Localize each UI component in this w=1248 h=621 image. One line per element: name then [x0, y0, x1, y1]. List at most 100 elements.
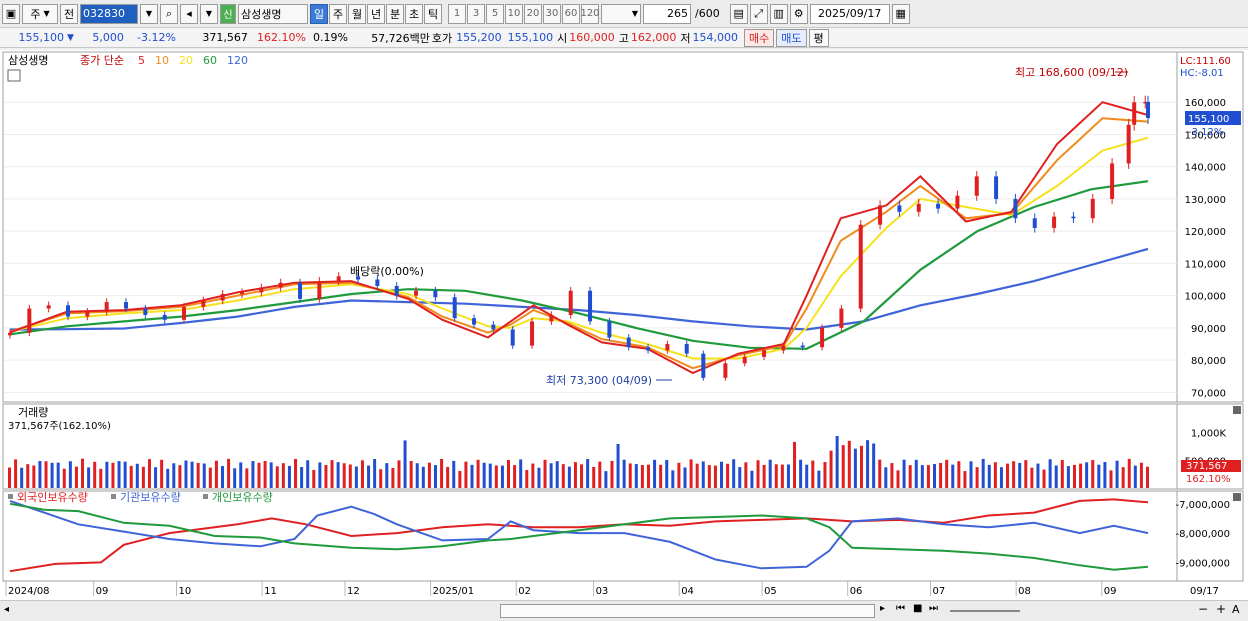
legend-ma-120: 120 — [227, 54, 248, 67]
market-select[interactable]: 주 ▼ — [22, 3, 58, 24]
volume-bar — [184, 460, 188, 488]
volume-bar — [926, 465, 930, 488]
x-tick-label: 2025/01 — [433, 586, 475, 597]
holdings-legend-1: 기관보유수량 — [120, 491, 181, 504]
save-icon[interactable]: ▥ — [769, 3, 788, 24]
zoom-slider[interactable] — [950, 610, 1020, 612]
interval-tab[interactable]: 5 — [486, 3, 504, 24]
price-panel-title: 삼성생명 — [8, 54, 48, 67]
interval-tab[interactable]: 10 — [505, 3, 523, 24]
candle-body — [414, 290, 419, 296]
date-input[interactable]: 2025/09/17 — [809, 3, 890, 24]
volume-bar — [920, 465, 924, 488]
volume-bar — [111, 462, 115, 488]
sell-button[interactable]: 매도 — [776, 28, 807, 47]
prev-button[interactable]: 전 — [60, 3, 78, 24]
volume-bar — [659, 464, 663, 488]
volume-bar — [537, 467, 541, 488]
eval-button[interactable]: 평 — [808, 28, 829, 47]
period-tab[interactable]: 년 — [367, 3, 385, 24]
speaker-icon[interactable]: ◂ — [180, 3, 198, 24]
draw-tool-icon[interactable]: ⤢ — [749, 3, 768, 24]
volume-bar — [482, 462, 486, 488]
candle-body — [974, 176, 979, 196]
zoom-in-icon[interactable]: + — [1216, 602, 1226, 616]
stock-code-input[interactable]: 032830 — [80, 3, 138, 24]
interval-tab[interactable]: 120 — [580, 3, 600, 24]
volume-bar — [872, 443, 876, 488]
volume-bar — [172, 463, 176, 488]
price-value: 155,100 — [18, 31, 65, 44]
volume-bar — [701, 461, 705, 488]
volume-bar — [677, 462, 681, 488]
search-icon[interactable]: ⌕ — [160, 3, 178, 24]
candle-body — [646, 347, 651, 351]
interval-tab[interactable]: 30 — [543, 3, 561, 24]
legend-bullet — [111, 494, 116, 499]
sell-label: 매도 — [781, 31, 802, 45]
buy-button[interactable]: 매수 — [744, 28, 775, 47]
volume-bar — [500, 465, 504, 488]
period-tab[interactable]: 틱 — [424, 3, 442, 24]
scroll-right-icon[interactable]: ▸ — [880, 603, 885, 614]
volume-bar — [263, 460, 267, 488]
volume-bar — [452, 460, 456, 488]
candle-body — [1110, 163, 1115, 199]
volume-bar — [1127, 458, 1131, 488]
count-input[interactable]: 265 — [643, 3, 691, 24]
period-tab[interactable]: 주 — [329, 3, 347, 24]
volume-bar — [573, 462, 577, 488]
volume-bar — [689, 459, 693, 488]
volume-bar — [823, 462, 827, 488]
window-icon[interactable]: ▣ — [2, 3, 20, 24]
stop-icon[interactable]: ■ — [913, 603, 922, 614]
interval-tab[interactable]: 20 — [524, 3, 542, 24]
volume-last-value: 371,567 — [1186, 461, 1227, 472]
period-tab[interactable]: 일 — [310, 3, 328, 24]
volume-subtitle: 371,567주(162.10%) — [8, 421, 111, 432]
chevron-down-icon[interactable]: ▼ — [200, 3, 218, 24]
volume-bar — [707, 465, 711, 488]
chart-svg[interactable]: 160,000150,000140,000130,000120,000110,0… — [0, 50, 1248, 600]
x-tick-label: 03 — [596, 586, 609, 597]
chart-area[interactable]: 160,000 150,000 140,000 130,000 120,000 110,0… — [0, 50, 1248, 600]
zoom-out-icon[interactable]: − — [1198, 602, 1208, 616]
volume-bar — [1109, 470, 1113, 488]
scroll-left-icon[interactable]: ◂ — [4, 604, 9, 615]
fast-forward-icon[interactable]: ⏭ — [929, 603, 938, 614]
amount-value: 57,726백만 — [371, 31, 430, 45]
panel-frame — [2, 51, 1244, 403]
period-tab[interactable]: 월 — [348, 3, 366, 24]
interval-dropdown[interactable]: ▼ — [601, 3, 641, 24]
bottom-scrollbar[interactable]: ◂ ▸ ⏮ ■ ⏭ − + A — [0, 600, 1248, 621]
font-size-icon[interactable]: A — [1232, 603, 1240, 616]
candle-body — [452, 297, 457, 319]
candle-body — [1146, 101, 1150, 119]
interval-tab[interactable]: 60 — [562, 3, 580, 24]
buy-label: 매수 — [749, 31, 770, 45]
volume-bar — [939, 462, 943, 488]
candle-body — [1132, 102, 1137, 125]
volume-bar — [933, 464, 937, 488]
calendar-icon[interactable]: ▦ — [891, 3, 910, 24]
volume-bar — [1018, 462, 1022, 488]
interval-tab[interactable]: 3 — [467, 3, 485, 24]
volume-bar — [1085, 462, 1089, 488]
close-panel-icon — [1233, 406, 1241, 414]
period-tab[interactable]: 초 — [405, 3, 423, 24]
scroll-thumb[interactable] — [500, 604, 875, 618]
interval-tabs: 1 3 5 10 20 30 60 120 — [448, 3, 600, 24]
volume-bar — [330, 460, 334, 488]
chevron-down-icon[interactable]: ▼ — [140, 3, 158, 24]
period-tab[interactable]: 분 — [386, 3, 404, 24]
volume-bar — [780, 464, 784, 488]
candle-icon[interactable]: ▤ — [729, 3, 748, 24]
volume-bar — [1060, 460, 1064, 488]
interval-tab[interactable]: 1 — [448, 3, 466, 24]
market-label: 주 — [30, 7, 41, 21]
rewind-icon[interactable]: ⏮ — [896, 603, 905, 614]
gear-icon[interactable]: ⚙ — [789, 3, 808, 24]
volume-bar — [762, 464, 766, 488]
candle-body — [701, 353, 706, 378]
stock-name[interactable]: 삼성생명 — [238, 3, 308, 24]
